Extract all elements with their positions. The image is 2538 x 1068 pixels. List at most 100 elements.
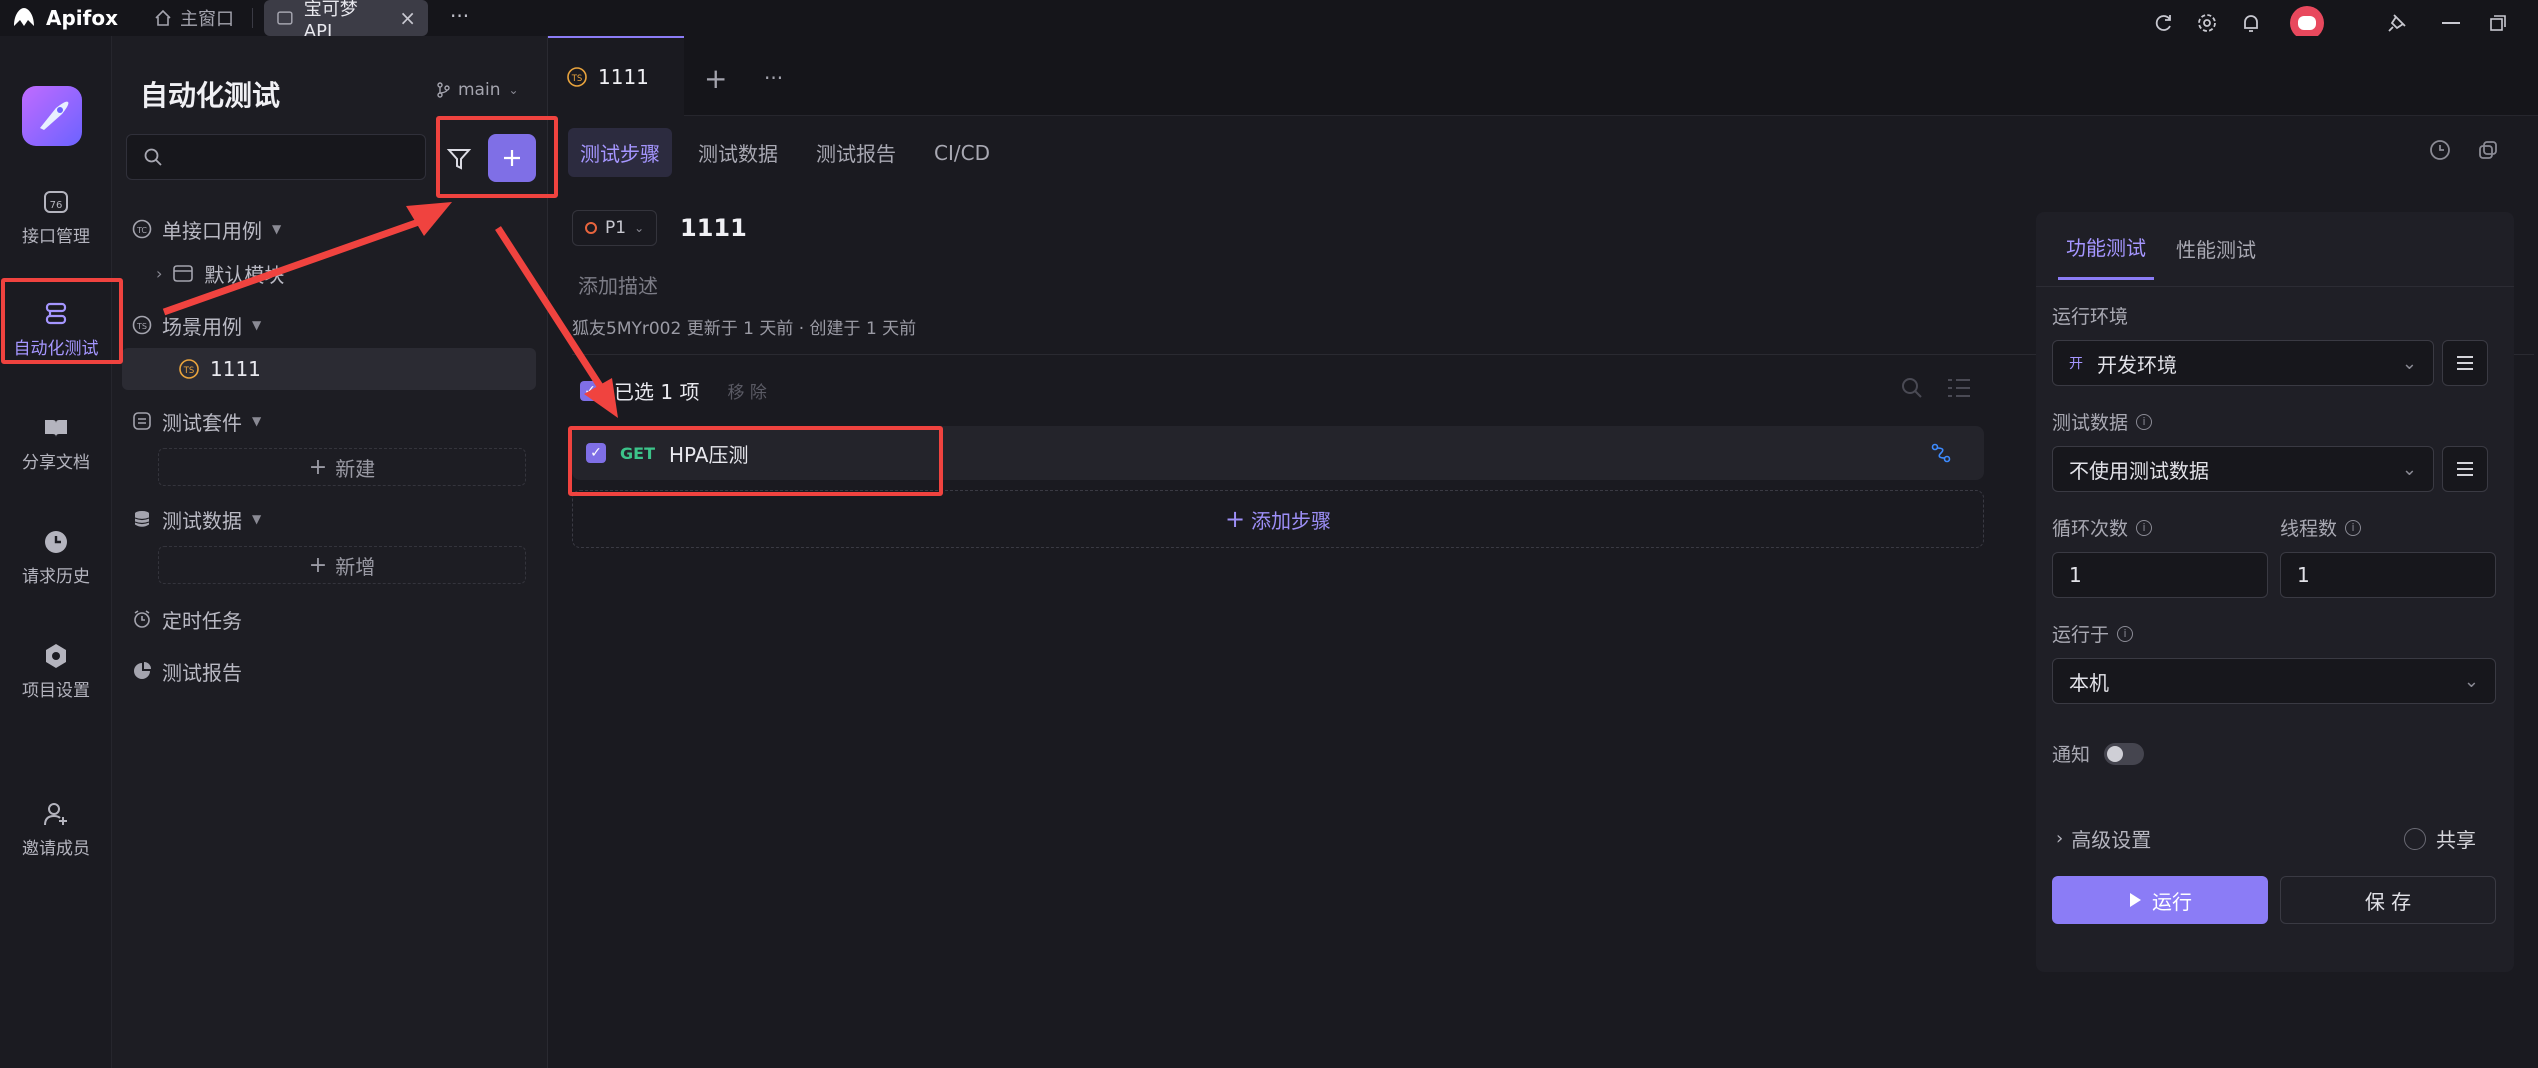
dropdown-icon[interactable]: ▼ <box>272 222 281 236</box>
rail-item-label: 接口管理 <box>22 227 90 247</box>
tab-project[interactable]: 宝可梦API × <box>264 0 428 42</box>
loop-input[interactable]: 1 <box>2052 552 2268 598</box>
ts-icon: TS <box>567 67 587 87</box>
tab-functional-test[interactable]: 功能测试 <box>2058 232 2154 280</box>
dropdown-icon[interactable]: ▼ <box>252 318 261 332</box>
tree-item-single[interactable]: TC 单接口用例 ▼ <box>132 212 281 246</box>
info-icon[interactable]: i <box>2136 519 2153 536</box>
share-checkbox-row[interactable]: 共享 <box>2404 824 2476 853</box>
info-icon[interactable]: i <box>2345 519 2362 536</box>
env-label: 运行环境 <box>2052 302 2128 329</box>
run-mode-tabs: 功能测试 性能测试 <box>2058 232 2256 280</box>
case-description[interactable]: 添加描述 <box>578 270 658 299</box>
svg-text:76: 76 <box>50 200 63 211</box>
priority-label: P1 <box>605 218 627 238</box>
editor-tab-1111[interactable]: TS 1111 <box>548 36 684 116</box>
api-icon: 76 <box>44 191 68 213</box>
dropdown-icon[interactable]: ▼ <box>252 414 261 428</box>
bell-icon[interactable] <box>2240 12 2262 34</box>
search-input[interactable] <box>173 146 403 168</box>
tab-performance-test[interactable]: 性能测试 <box>2176 234 2256 279</box>
more-tabs-button[interactable]: ··· <box>450 4 469 28</box>
advanced-settings-toggle[interactable]: › 高级设置 <box>2056 824 2151 853</box>
remove-button[interactable]: 移 除 <box>727 378 766 403</box>
new-data-button[interactable]: + 新增 <box>158 546 526 584</box>
search-icon[interactable] <box>1900 376 1924 400</box>
list-sort-icon[interactable] <box>1946 376 1972 400</box>
tab-cicd[interactable]: CI/CD <box>922 131 1002 175</box>
pin-icon[interactable] <box>2386 12 2408 34</box>
alarm-icon <box>134 610 150 628</box>
project-avatar[interactable] <box>22 86 82 146</box>
tab-home[interactable]: 主窗口 <box>146 4 242 32</box>
chevron-right-icon[interactable]: › <box>156 264 162 283</box>
copy-link-icon[interactable] <box>2476 138 2500 162</box>
rail-item-share-docs[interactable]: 分享文档 <box>0 414 112 473</box>
tab-data[interactable]: 测试数据 <box>686 128 790 177</box>
rail-item-label: 请求历史 <box>22 567 90 587</box>
rail-item-label: 邀请成员 <box>22 839 90 859</box>
runon-select[interactable]: 本机 ⌄ <box>2052 658 2496 704</box>
search-box[interactable] <box>126 134 426 180</box>
rail-item-settings[interactable]: 项目设置 <box>0 642 112 701</box>
branch-selector[interactable]: main ⌄ <box>436 80 519 100</box>
thread-input[interactable]: 1 <box>2280 552 2496 598</box>
add-tab-button[interactable]: + <box>704 62 727 95</box>
history-icon[interactable] <box>2428 138 2452 162</box>
tree-item-case-1111[interactable]: TS 1111 <box>178 352 261 386</box>
rail-item-history[interactable]: 请求历史 <box>0 528 112 587</box>
tab-steps[interactable]: 测试步骤 <box>568 128 672 177</box>
info-icon[interactable]: i <box>2117 625 2134 642</box>
divider <box>2036 286 2514 287</box>
add-step-label: 添加步骤 <box>1251 508 1332 533</box>
tc-icon: TC <box>132 219 152 239</box>
plus-icon: + <box>308 552 328 578</box>
tree-item-data[interactable]: 测试数据 ▼ <box>132 502 261 536</box>
env-select[interactable]: 开 开发环境 ⌄ <box>2052 340 2434 386</box>
data-label: 测试数据 i <box>2052 408 2153 435</box>
chevron-down-icon: ⌄ <box>2463 670 2479 692</box>
more-editor-tabs-button[interactable]: ··· <box>764 66 783 90</box>
tree-item-default-module[interactable]: › 默认模块 <box>156 256 284 290</box>
data-manage-button[interactable] <box>2442 446 2488 492</box>
run-button[interactable]: 运行 <box>2052 876 2268 924</box>
tree-item-suite[interactable]: 测试套件 ▼ <box>132 404 261 438</box>
priority-dot-icon <box>585 222 597 234</box>
selected-count: 已选 1 项 <box>614 380 700 404</box>
notify-label: 通知 <box>2052 744 2091 766</box>
title-bar: Apifox 主窗口 宝可梦API × ··· × <box>0 0 2538 42</box>
notify-toggle[interactable] <box>2104 742 2145 765</box>
tree-item-timer[interactable]: 定时任务 <box>132 602 242 636</box>
link-steps-icon[interactable] <box>1930 442 1952 464</box>
rail-item-api[interactable]: 76 接口管理 <box>0 188 112 247</box>
minimize-icon[interactable] <box>2442 22 2460 24</box>
data-select[interactable]: 不使用测试数据 ⌄ <box>2052 446 2434 492</box>
annotation-box-step <box>568 426 943 496</box>
new-suite-button[interactable]: + 新建 <box>158 448 526 486</box>
close-icon[interactable]: × <box>399 6 416 30</box>
restore-icon[interactable] <box>2488 13 2508 33</box>
new-suite-label: 新建 <box>335 456 376 481</box>
thread-label: 线程数 i <box>2280 514 2362 541</box>
env-manage-button[interactable] <box>2442 340 2488 386</box>
case-name[interactable]: 1111 <box>680 214 747 242</box>
gear-icon[interactable] <box>2196 12 2218 34</box>
project-icon <box>277 11 293 25</box>
svg-text:TS: TS <box>571 74 583 84</box>
dropdown-icon[interactable]: ▼ <box>252 512 261 526</box>
share-checkbox[interactable] <box>2404 827 2426 850</box>
add-step-button[interactable]: + 添加步骤 <box>572 490 1984 548</box>
tree-item-scenario[interactable]: TS 场景用例 ▼ <box>132 308 261 342</box>
tab-report[interactable]: 测试报告 <box>804 128 908 177</box>
refresh-icon[interactable] <box>2152 12 2174 34</box>
priority-selector[interactable]: P1 ⌄ <box>572 210 658 246</box>
info-icon[interactable]: i <box>2136 413 2153 430</box>
rail-item-invite[interactable]: 邀请成员 <box>0 800 112 859</box>
settings-icon <box>46 644 66 668</box>
tree-item-label: 1111 <box>210 357 261 381</box>
save-button[interactable]: 保 存 <box>2280 876 2496 924</box>
apifox-logo-icon <box>14 8 34 26</box>
select-all-checkbox[interactable]: ✓ <box>580 380 600 401</box>
avatar[interactable] <box>2290 6 2324 40</box>
tree-item-report[interactable]: 测试报告 <box>132 654 242 688</box>
